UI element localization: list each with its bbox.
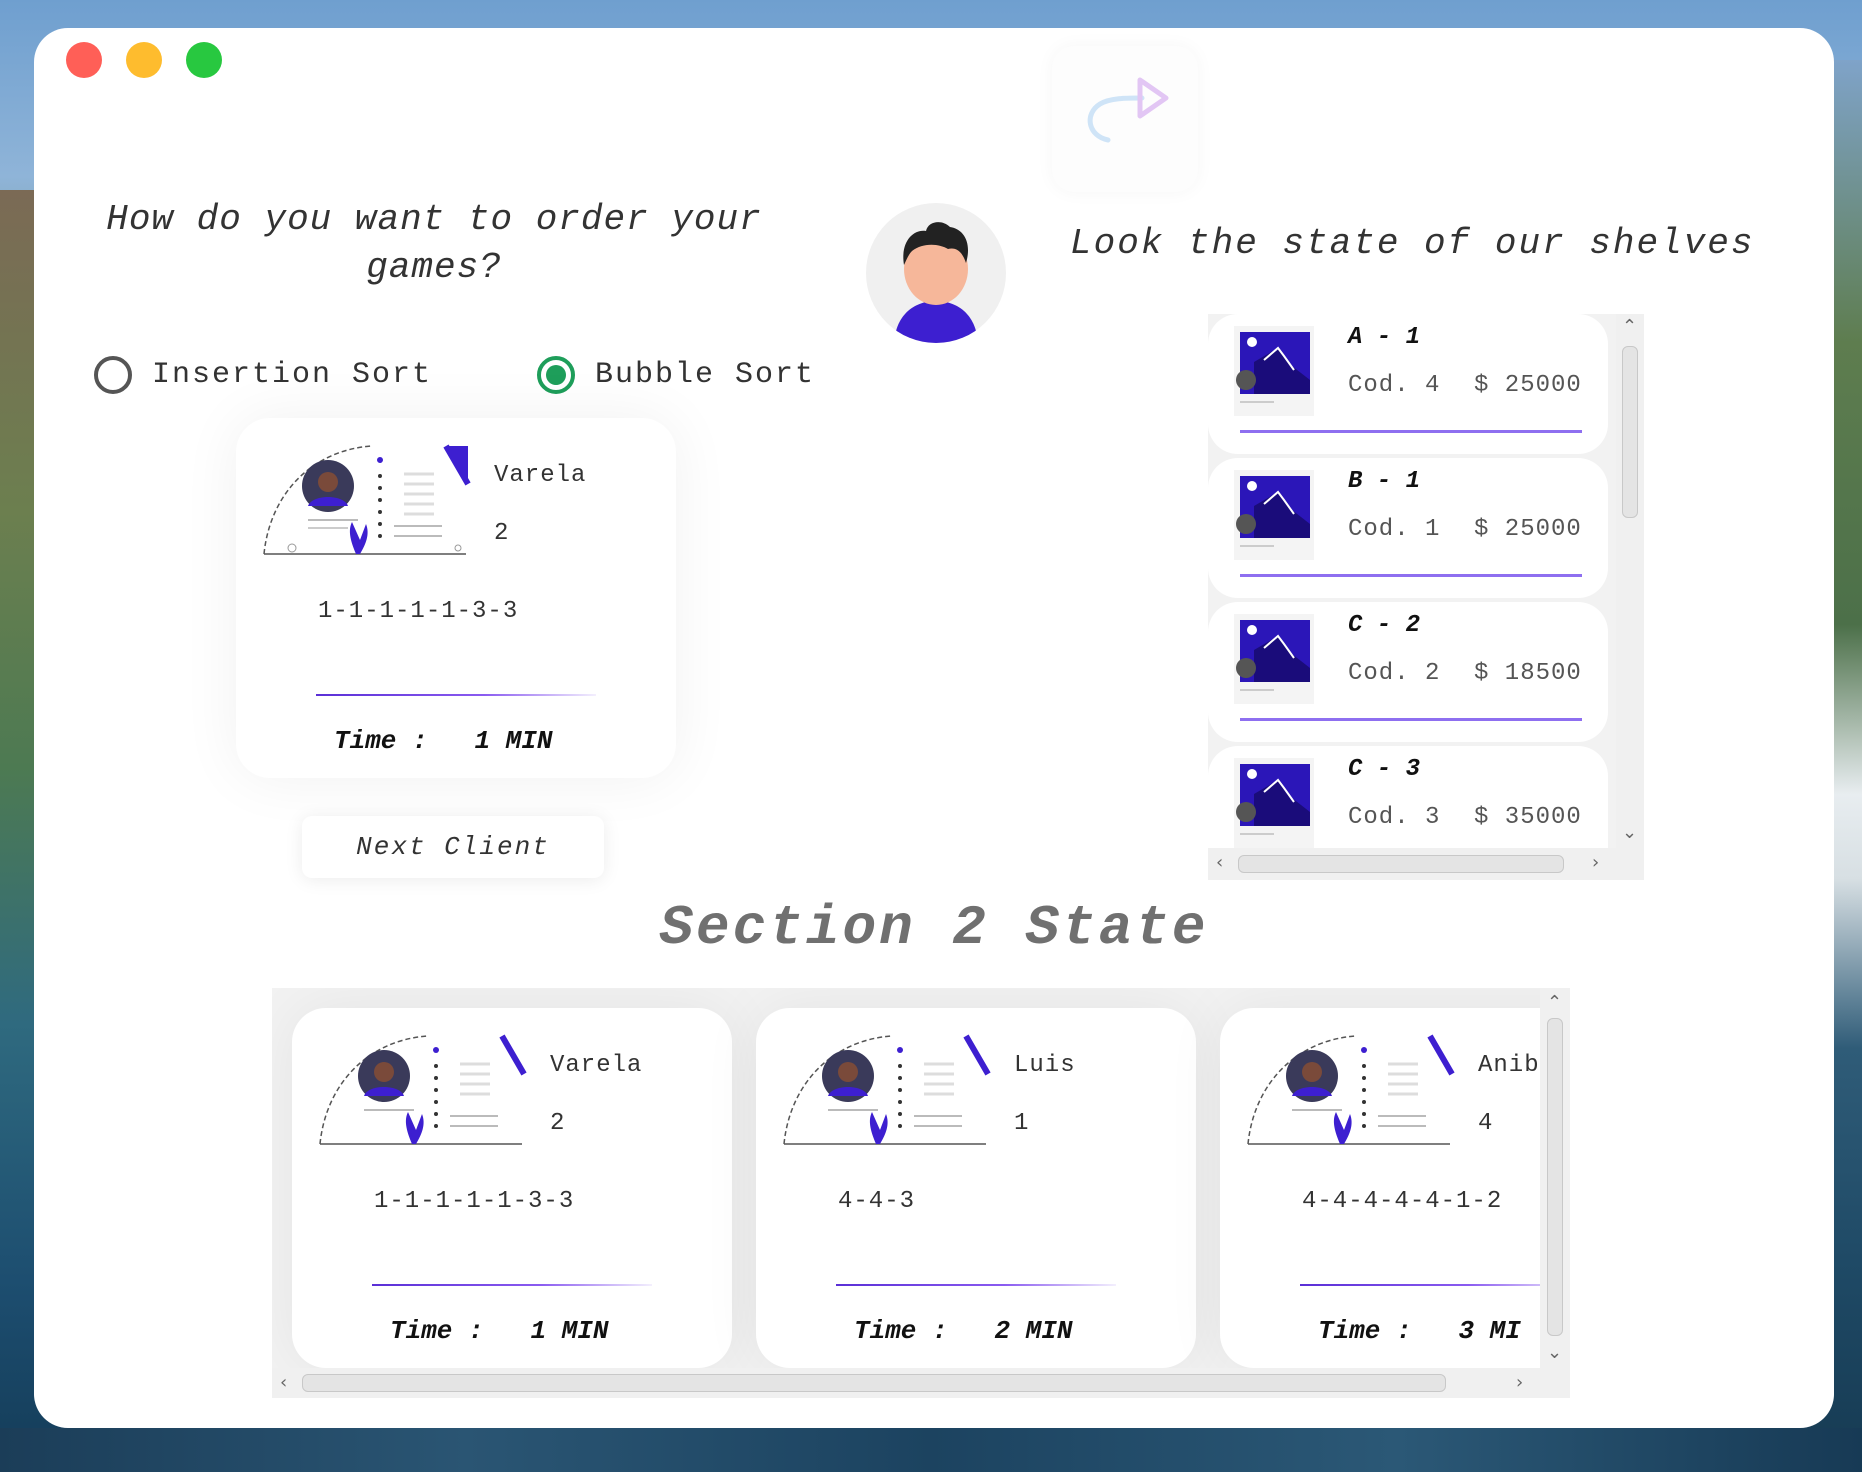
profile-card-illustration — [262, 444, 472, 561]
scrollbar-thumb[interactable] — [302, 1374, 1446, 1392]
game-code: Cod. 1 — [1348, 516, 1441, 543]
section-horizontal-scrollbar[interactable]: ‹ › — [272, 1368, 1570, 1398]
scroll-left-icon[interactable]: ‹ — [280, 1374, 287, 1392]
game-cover-image — [1234, 758, 1314, 848]
client-game-count: 1 — [1014, 1110, 1029, 1137]
shelf-item[interactable]: C - 2 Cod. 2 $ 18500 — [1208, 602, 1608, 742]
section-client-card[interactable]: Varela 2 1-1-1-1-1-3-3 Time : 1 MIN — [292, 1008, 732, 1368]
card-divider — [372, 1284, 652, 1286]
radio-button[interactable] — [94, 356, 132, 394]
client-name: Anib — [1478, 1052, 1540, 1079]
radio-button-selected[interactable] — [537, 356, 575, 394]
client-time: Time : 3 MI — [1318, 1316, 1521, 1346]
time-label: Time : — [334, 726, 428, 756]
shelf-position: A - 1 — [1348, 324, 1421, 351]
game-code: Cod. 3 — [1348, 804, 1441, 831]
game-cover-image — [1234, 470, 1314, 560]
section-client-card[interactable]: Anib 4 4-4-4-4-4-1-2 Time : 3 MI — [1220, 1008, 1570, 1368]
client-game-count: 2 — [494, 520, 509, 547]
shelf-divider — [1240, 718, 1582, 721]
shelf-divider — [1240, 574, 1582, 577]
option-label: Bubble Sort — [595, 358, 816, 392]
scrollbar-thumb[interactable] — [1622, 346, 1638, 518]
profile-card-illustration — [782, 1034, 992, 1151]
maximize-button[interactable] — [186, 42, 222, 78]
shelf-divider — [1240, 430, 1582, 433]
client-time: Time : 1 MIN — [334, 726, 552, 756]
scroll-down-icon[interactable]: ⌄ — [1622, 824, 1637, 842]
card-divider — [316, 694, 596, 696]
shelf-position: C - 2 — [1348, 612, 1421, 639]
scroll-up-icon[interactable]: ⌃ — [1547, 994, 1562, 1012]
scrollbar-thumb[interactable] — [1547, 1018, 1563, 1336]
game-cover-image — [1234, 614, 1314, 704]
shelves-list[interactable]: A - 1 Cod. 4 $ 25000 B - 1 Cod. 1 $ 2500… — [1208, 314, 1644, 880]
shelf-position: B - 1 — [1348, 468, 1421, 495]
client-time: Time : 2 MIN — [854, 1316, 1072, 1346]
shelf-item[interactable]: A - 1 Cod. 4 $ 25000 — [1208, 314, 1608, 454]
close-button[interactable] — [66, 42, 102, 78]
bubble-sort-option[interactable]: Bubble Sort — [537, 356, 815, 394]
game-code: Cod. 4 — [1348, 372, 1441, 399]
profile-card-illustration — [1246, 1034, 1456, 1151]
scroll-left-icon[interactable]: ‹ — [1216, 854, 1223, 872]
order-question: How do you want to order your games? — [106, 199, 762, 288]
client-name: Varela — [550, 1052, 643, 1079]
shelf-item[interactable]: B - 1 Cod. 1 $ 25000 — [1208, 458, 1608, 598]
game-price: $ 25000 — [1474, 372, 1582, 399]
client-game-sequence: 4-4-4-4-4-1-2 — [1302, 1188, 1503, 1215]
client-time: Time : 1 MIN — [390, 1316, 608, 1346]
scroll-down-icon[interactable]: ⌄ — [1547, 1344, 1562, 1362]
client-game-sequence: 1-1-1-1-1-3-3 — [374, 1188, 575, 1215]
game-price: $ 25000 — [1474, 516, 1582, 543]
client-name: Luis — [1014, 1052, 1076, 1079]
section-vertical-scrollbar[interactable]: ⌃ ⌄ — [1540, 988, 1570, 1368]
time-label: Time : — [854, 1316, 948, 1346]
minimize-button[interactable] — [126, 42, 162, 78]
shelves-vertical-scrollbar[interactable]: ⌃ ⌄ — [1616, 314, 1644, 848]
game-cover-image — [1234, 326, 1314, 416]
game-code: Cod. 2 — [1348, 660, 1441, 687]
game-price: $ 18500 — [1474, 660, 1582, 687]
scroll-right-icon[interactable]: › — [1592, 854, 1599, 872]
time-value: 3 MI — [1458, 1316, 1521, 1346]
scroll-up-icon[interactable]: ⌃ — [1622, 318, 1637, 336]
client-game-count: 2 — [550, 1110, 565, 1137]
section-clients-list[interactable]: Varela 2 1-1-1-1-1-3-3 Time : 1 MIN Luis… — [272, 988, 1570, 1398]
section-title: Section 2 State — [659, 896, 1209, 960]
time-value: 1 MIN — [474, 726, 553, 756]
profile-card-illustration — [318, 1034, 528, 1151]
client-game-sequence: 1-1-1-1-1-3-3 — [318, 598, 519, 625]
redo-arrow-icon — [1087, 77, 1169, 143]
current-client-card: Varela 2 1-1-1-1-1-3-3 Time : 1 MIN — [236, 418, 676, 778]
shelves-horizontal-scrollbar[interactable]: ‹ › — [1208, 848, 1644, 880]
option-label: Insertion Sort — [152, 358, 433, 392]
section-client-card[interactable]: Luis 1 4-4-3 Time : 2 MIN — [756, 1008, 1196, 1368]
scrollbar-thumb[interactable] — [1238, 855, 1564, 873]
game-price: $ 35000 — [1474, 804, 1582, 831]
desktop-wallpaper-bottom — [0, 1428, 1862, 1472]
time-value: 1 MIN — [530, 1316, 609, 1346]
scroll-right-icon[interactable]: › — [1516, 1374, 1523, 1392]
client-name: Varela — [494, 462, 587, 489]
card-divider — [836, 1284, 1116, 1286]
next-client-button[interactable]: Next Client — [302, 816, 604, 878]
time-label: Time : — [390, 1316, 484, 1346]
time-value: 2 MIN — [994, 1316, 1073, 1346]
shelves-title: Look the state of our shelves — [1070, 223, 1755, 264]
time-label: Time : — [1318, 1316, 1412, 1346]
client-game-sequence: 4-4-3 — [838, 1188, 916, 1215]
user-avatar — [866, 203, 1006, 343]
redo-button[interactable] — [1052, 46, 1198, 192]
shelf-position: C - 3 — [1348, 756, 1421, 783]
client-game-count: 4 — [1478, 1110, 1493, 1137]
app-window: How do you want to order your games? Loo… — [34, 28, 1834, 1428]
card-divider — [1300, 1284, 1570, 1286]
insertion-sort-option[interactable]: Insertion Sort — [94, 356, 432, 394]
